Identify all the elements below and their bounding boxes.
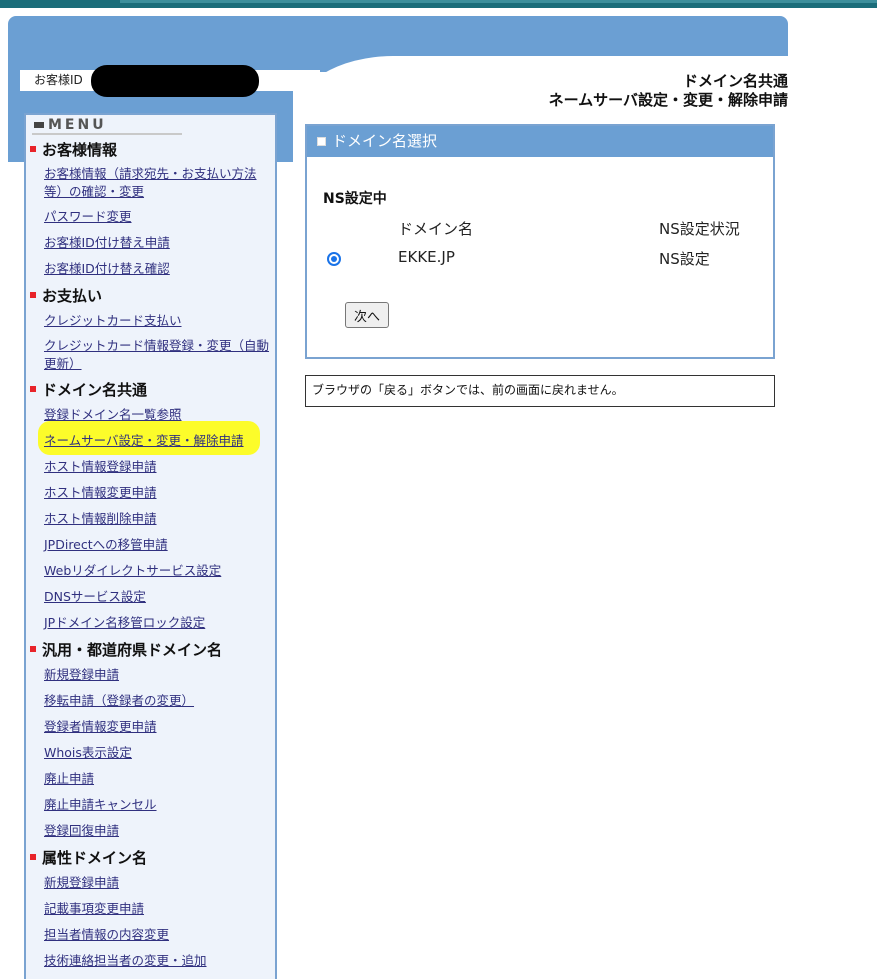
top-bar-accent bbox=[120, 0, 877, 3]
panel-header: ドメイン名選択 bbox=[307, 126, 773, 157]
bullet-icon bbox=[30, 645, 36, 652]
domain-name-cell: EKKE.JP bbox=[398, 248, 455, 266]
menu-item-attr-new[interactable]: 新規登録申請 bbox=[44, 874, 274, 892]
menu-item-credit-register[interactable]: クレジットカード情報登録・変更（自動更新） bbox=[44, 337, 274, 373]
menu-item-abolish[interactable]: 廃止申請 bbox=[44, 770, 274, 788]
menu-heading: MENU bbox=[32, 117, 192, 133]
domain-radio-button[interactable] bbox=[327, 252, 341, 266]
bullet-icon bbox=[30, 385, 36, 392]
menu-item-tech-contact[interactable]: 技術連絡担当者の変更・追加 bbox=[44, 952, 274, 970]
menu-item-host-register[interactable]: ホスト情報登録申請 bbox=[44, 458, 274, 476]
menu-item-id-transfer[interactable]: お客様ID付け替え申請 bbox=[44, 234, 274, 252]
domain-select-panel: ドメイン名選択 NS設定中 ドメイン名 NS設定状況 EKKE.JP NS設定 … bbox=[305, 124, 775, 359]
panel-title: ドメイン名選択 bbox=[332, 132, 438, 150]
menu-item-id-transfer-confirm[interactable]: お客様ID付け替え確認 bbox=[44, 260, 274, 278]
menu-item-domain-list[interactable]: 登録ドメイン名一覧参照 bbox=[44, 406, 274, 424]
column-header-ns-status: NS設定状況 bbox=[659, 220, 740, 238]
menu-item-customer-info[interactable]: お客様情報（請求宛先・お支払い方法等）の確認・変更 bbox=[44, 165, 274, 201]
menu-section-customer: お客様情報 bbox=[30, 139, 117, 160]
menu-divider bbox=[32, 133, 182, 135]
panel-header-icon bbox=[317, 137, 326, 146]
page-title: ドメイン名共通 ネームサーバ設定・変更・解除申請 bbox=[549, 72, 788, 110]
menu-item-restore[interactable]: 登録回復申請 bbox=[44, 822, 274, 840]
menu-item-attr-change[interactable]: 記載事項変更申請 bbox=[44, 900, 274, 918]
menu-section-payment: お支払い bbox=[30, 285, 102, 306]
menu-item-host-delete[interactable]: ホスト情報削除申請 bbox=[44, 510, 274, 528]
ns-status-cell: NS設定 bbox=[659, 250, 710, 268]
bullet-icon bbox=[30, 291, 36, 298]
page-title-line1: ドメイン名共通 bbox=[682, 72, 788, 90]
menu-item-password[interactable]: パスワード変更 bbox=[44, 208, 274, 226]
page-title-line2: ネームサーバ設定・変更・解除申請 bbox=[548, 91, 788, 109]
menu-heading-text: MENU bbox=[48, 117, 107, 133]
customer-id-redaction bbox=[91, 65, 259, 97]
menu-item-transfer-lock[interactable]: JPドメイン名移管ロック設定 bbox=[44, 614, 274, 632]
back-button-notice: ブラウザの「戻る」ボタンでは、前の画面に戻れません。 bbox=[305, 375, 775, 407]
menu-item-credit-pay[interactable]: クレジットカード支払い bbox=[44, 312, 274, 330]
menu-item-nameserver[interactable]: ネームサーバ設定・変更・解除申請 bbox=[44, 432, 274, 450]
menu-icon bbox=[34, 122, 44, 128]
top-bar bbox=[0, 0, 877, 8]
column-header-domain: ドメイン名 bbox=[398, 220, 474, 238]
next-button[interactable]: 次へ bbox=[345, 302, 389, 328]
menu-item-general-transfer[interactable]: 移転申請（登録者の変更） bbox=[44, 692, 274, 710]
menu-item-general-new[interactable]: 新規登録申請 bbox=[44, 666, 274, 684]
ns-status-label: NS設定中 bbox=[323, 191, 387, 207]
menu-item-whois[interactable]: Whois表示設定 bbox=[44, 744, 274, 762]
menu-item-abolish-cancel[interactable]: 廃止申請キャンセル bbox=[44, 796, 274, 814]
menu-section-domain-common: ドメイン名共通 bbox=[30, 379, 147, 400]
menu-item-jpdirect[interactable]: JPDirectへの移管申請 bbox=[44, 536, 274, 554]
bullet-icon bbox=[30, 145, 36, 152]
menu-item-registrant-change[interactable]: 登録者情報変更申請 bbox=[44, 718, 274, 736]
bullet-icon bbox=[30, 853, 36, 860]
radio-selected-dot bbox=[331, 256, 337, 262]
menu-item-web-redirect[interactable]: Webリダイレクトサービス設定 bbox=[44, 562, 274, 580]
menu-section-general-domain: 汎用・都道府県ドメイン名 bbox=[30, 639, 222, 660]
menu-item-contact-change[interactable]: 担当者情報の内容変更 bbox=[44, 926, 274, 944]
customer-id-label: お客様ID bbox=[34, 73, 83, 87]
menu-item-host-change[interactable]: ホスト情報変更申請 bbox=[44, 484, 274, 502]
menu-section-attribute-domain: 属性ドメイン名 bbox=[30, 847, 147, 868]
menu-item-dns-service[interactable]: DNSサービス設定 bbox=[44, 588, 274, 606]
